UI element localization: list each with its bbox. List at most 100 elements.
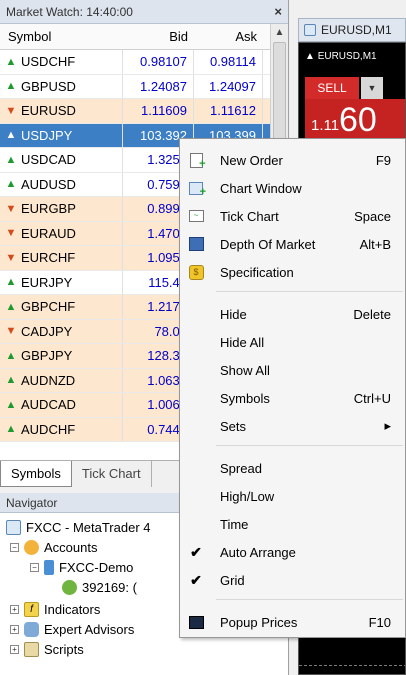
menu-item-label: High/Low bbox=[220, 488, 275, 504]
menu-separator bbox=[216, 291, 403, 292]
menu-item-label: Hide All bbox=[220, 334, 265, 350]
menu-item-show-all[interactable]: Show All bbox=[180, 357, 405, 383]
column-header-symbol[interactable]: Symbol bbox=[0, 29, 123, 44]
menu-item-auto-arrange[interactable]: ✔ Auto Arrange bbox=[180, 539, 405, 565]
market-watch-titlebar: Market Watch: 14:40:00 × bbox=[0, 0, 288, 24]
table-row[interactable]: ▼ EURUSD 1.11609 1.11612 bbox=[0, 99, 271, 124]
tree-item-terminal[interactable]: FXCC - MetaTrader 4 bbox=[6, 517, 151, 537]
tab-symbols[interactable]: Symbols bbox=[0, 461, 72, 487]
chart-window-icon: + bbox=[187, 179, 206, 198]
close-icon[interactable]: × bbox=[274, 4, 282, 19]
arrow-down-icon: ▼ bbox=[5, 325, 17, 338]
table-row[interactable]: ▲ USDCHF 0.98107 0.98114 bbox=[0, 50, 271, 75]
menu-item-time[interactable]: Time bbox=[180, 511, 405, 537]
tick-chart-icon: ~ bbox=[187, 207, 205, 225]
arrow-up-icon: ▲ bbox=[5, 80, 17, 93]
tree-item-label: FXCC-Demo bbox=[59, 559, 134, 575]
symbol-name: AUDNZD bbox=[21, 372, 76, 388]
tree-item-account[interactable]: 392169: ( bbox=[62, 577, 137, 597]
tree-item-scripts[interactable]: + Scripts bbox=[10, 639, 84, 659]
menu-item-depth-of-market[interactable]: Depth Of Market Alt+B bbox=[180, 231, 405, 257]
symbol-name: EURUSD bbox=[21, 103, 76, 119]
tree-item-label: Scripts bbox=[44, 641, 84, 657]
arrow-up-icon: ▲ bbox=[5, 129, 17, 142]
symbol-name: AUDUSD bbox=[21, 176, 76, 192]
menu-item-label: New Order bbox=[220, 152, 283, 168]
arrow-up-icon: ▲ bbox=[5, 300, 17, 313]
tree-item-server[interactable]: − FXCC-Demo bbox=[30, 557, 133, 577]
menu-item-label: Symbols bbox=[220, 390, 270, 406]
collapse-icon[interactable]: − bbox=[10, 542, 19, 552]
arrow-down-icon: ▼ bbox=[5, 202, 17, 215]
chevron-down-icon[interactable]: ▼ bbox=[361, 77, 383, 99]
tree-item-indicators[interactable]: + f Indicators bbox=[10, 599, 100, 619]
menu-item-popup-prices[interactable]: Popup Prices F10 bbox=[180, 609, 405, 635]
collapse-icon[interactable]: − bbox=[30, 562, 39, 572]
tree-item-expert-advisors[interactable]: + Expert Advisors bbox=[10, 619, 134, 639]
arrow-up-icon: ▲ bbox=[5, 178, 17, 191]
arrow-down-icon: ▼ bbox=[5, 251, 17, 264]
menu-item-tick-chart[interactable]: ~ Tick Chart Space bbox=[180, 203, 405, 229]
menu-item-chart-window[interactable]: + Chart Window bbox=[180, 175, 405, 201]
bid-cell: 0.98107 bbox=[123, 50, 194, 74]
arrow-down-icon: ▼ bbox=[5, 227, 17, 240]
column-header-ask[interactable]: Ask bbox=[194, 29, 263, 44]
menu-item-hide[interactable]: Hide Delete bbox=[180, 301, 405, 327]
price-big: 60 bbox=[339, 101, 377, 139]
symbol-cell: ▲ GBPUSD bbox=[0, 74, 123, 98]
experts-icon bbox=[24, 621, 39, 637]
expand-icon[interactable]: + bbox=[10, 624, 19, 634]
symbol-name: USDJPY bbox=[21, 127, 73, 143]
menu-separator bbox=[216, 599, 403, 600]
menu-item-spread[interactable]: Spread bbox=[180, 455, 405, 481]
symbol-cell: ▲ AUDUSD bbox=[0, 172, 123, 196]
symbol-name: GBPCHF bbox=[21, 299, 76, 315]
menu-item-shortcut: Alt+B bbox=[359, 236, 391, 252]
tab-tick-chart[interactable]: Tick Chart bbox=[72, 461, 152, 487]
menu-item-high-low[interactable]: High/Low bbox=[180, 483, 405, 509]
new-order-icon: + bbox=[187, 151, 206, 170]
tree-item-label: FXCC - MetaTrader 4 bbox=[26, 519, 151, 535]
chart-icon bbox=[304, 24, 316, 36]
menu-item-symbols[interactable]: Symbols Ctrl+U bbox=[180, 385, 405, 411]
symbol-name: EURJPY bbox=[21, 274, 73, 290]
column-header-bid[interactable]: Bid bbox=[123, 29, 194, 44]
expand-icon[interactable]: + bbox=[10, 644, 19, 654]
sell-button[interactable]: SELL bbox=[305, 77, 359, 99]
symbol-cell: ▲ AUDCHF bbox=[0, 417, 123, 441]
symbol-name: AUDCHF bbox=[21, 421, 76, 437]
symbol-name: EURGBP bbox=[21, 201, 76, 217]
symbol-name: CADJPY bbox=[21, 323, 73, 339]
symbol-name: GBPJPY bbox=[21, 348, 73, 364]
chart-tab[interactable]: EURUSD,M1 bbox=[298, 18, 406, 42]
symbol-name: EURAUD bbox=[21, 225, 76, 241]
symbol-cell: ▼ EURAUD bbox=[0, 221, 123, 245]
accounts-icon bbox=[24, 539, 39, 555]
menu-item-shortcut: Delete bbox=[353, 306, 391, 322]
market-watch-header: Symbol Bid Ask bbox=[0, 24, 288, 50]
symbol-name: EURCHF bbox=[21, 250, 76, 266]
menu-item-sets[interactable]: Sets ▸ bbox=[180, 413, 405, 439]
arrow-down-icon: ▼ bbox=[5, 104, 17, 117]
specification-icon: $ bbox=[187, 263, 205, 281]
arrow-up-icon: ▲ bbox=[5, 423, 17, 436]
price-small: 1.11 bbox=[311, 117, 340, 134]
menu-item-grid[interactable]: ✔ Grid bbox=[180, 567, 405, 593]
expand-icon[interactable]: + bbox=[10, 604, 19, 614]
tree-item-accounts[interactable]: − Accounts bbox=[10, 537, 97, 557]
menu-item-label: Tick Chart bbox=[220, 208, 279, 224]
bid-cell: 1.24087 bbox=[123, 74, 194, 98]
scroll-up-icon[interactable]: ▲ bbox=[271, 24, 288, 42]
menu-item-label: Time bbox=[220, 516, 249, 532]
menu-separator bbox=[216, 445, 403, 446]
table-row[interactable]: ▲ GBPUSD 1.24087 1.24097 bbox=[0, 74, 271, 99]
menu-item-new-order[interactable]: + New Order F9 bbox=[180, 147, 405, 173]
menu-item-label: Sets bbox=[220, 418, 247, 434]
menu-item-hide-all[interactable]: Hide All bbox=[180, 329, 405, 355]
depth-of-market-icon bbox=[187, 235, 205, 253]
menu-item-label: Show All bbox=[220, 362, 270, 378]
symbol-name: GBPUSD bbox=[21, 78, 76, 94]
menu-item-label: Auto Arrange bbox=[220, 544, 296, 560]
symbol-cell: ▼ EURCHF bbox=[0, 246, 123, 270]
menu-item-specification[interactable]: $ Specification bbox=[180, 259, 405, 285]
